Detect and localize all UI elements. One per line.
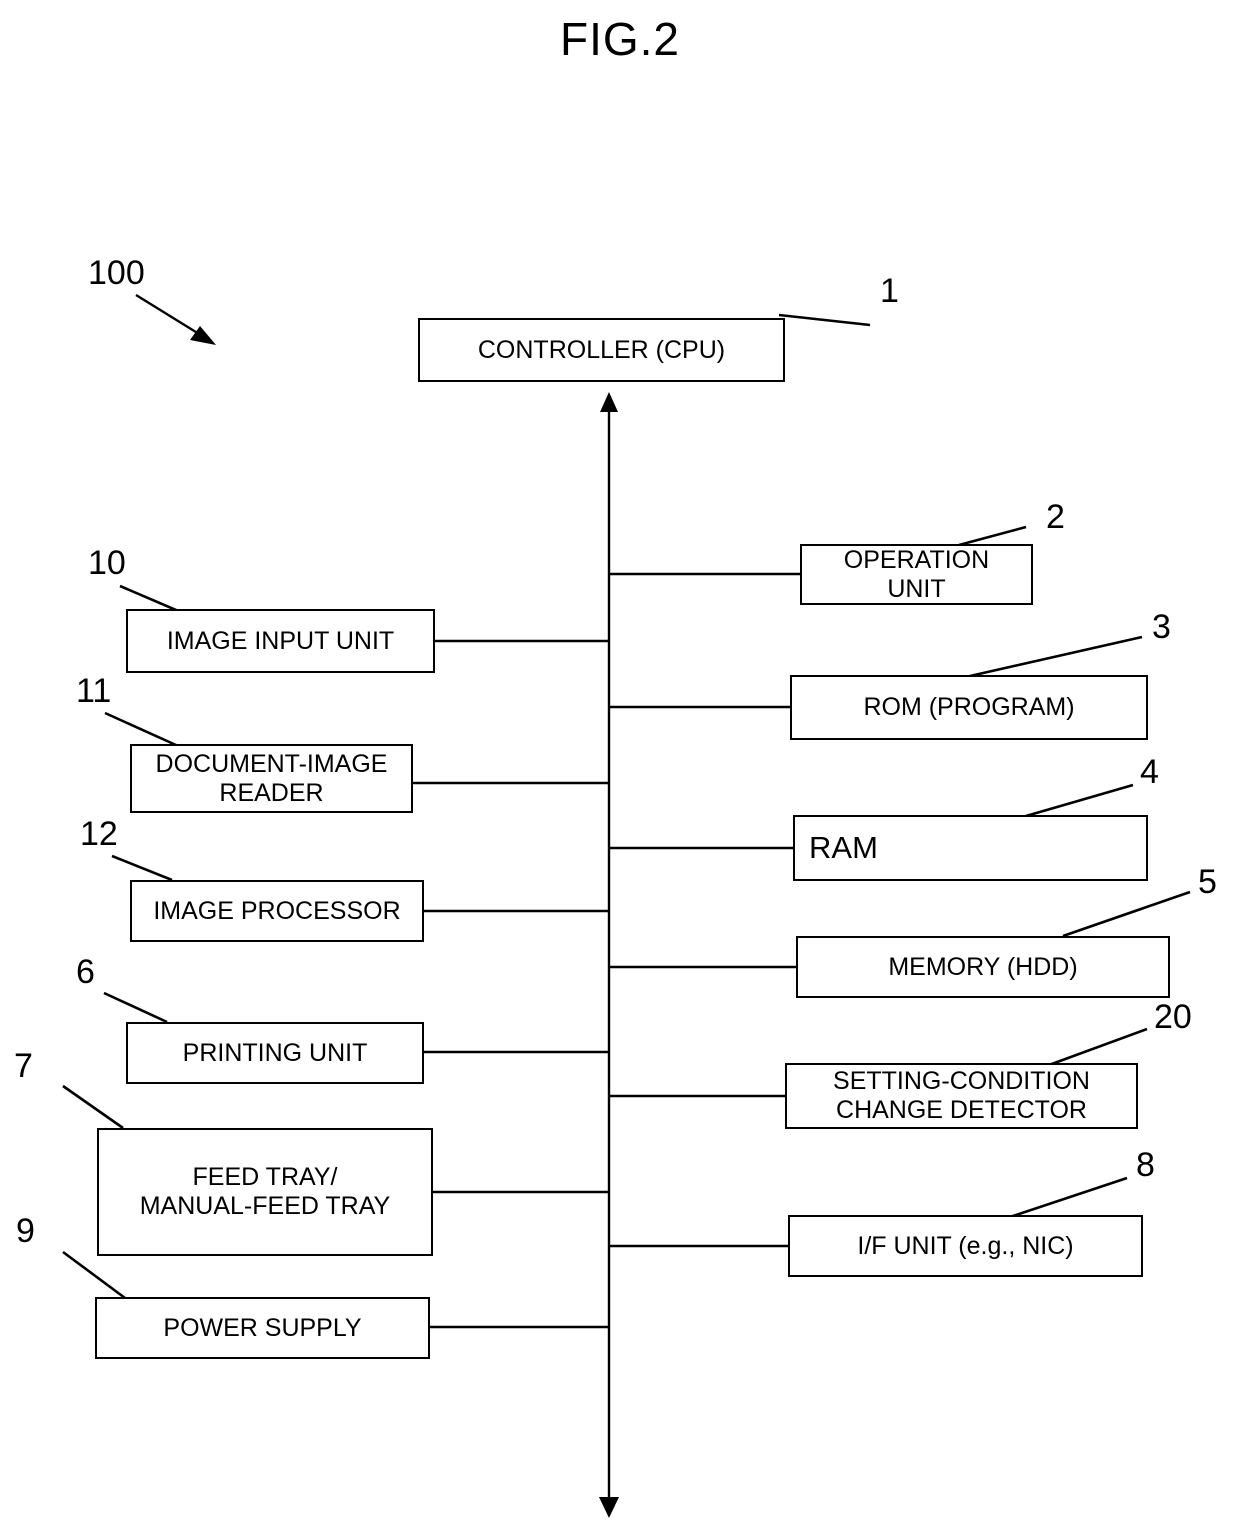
ref-label-4: 4 (1140, 753, 1159, 791)
node-image-input-unit[interactable]: IMAGE INPUT UNIT (126, 609, 435, 673)
ref-label-8: 8 (1136, 1146, 1155, 1184)
lead-line-12 (111, 854, 173, 882)
node-power-supply[interactable]: POWER SUPPLY (95, 1297, 430, 1359)
lead-line-9 (62, 1250, 126, 1300)
figure-title: FIG.2 (559, 13, 681, 65)
node-if-unit[interactable]: I/F UNIT (e.g., NIC) (788, 1215, 1143, 1277)
node-operation-unit[interactable]: OPERATION UNIT (800, 544, 1033, 605)
ref-label-20: 20 (1154, 998, 1192, 1036)
patent-figure: FIG.2 100 CONTROLLER (CPU) 1 OPERATION U… (0, 0, 1240, 1535)
node-memory[interactable]: MEMORY (HDD) (796, 936, 1170, 998)
bus-arrow-down (599, 1497, 619, 1518)
lead-arrow-100 (190, 326, 216, 345)
ref-label-9: 9 (16, 1212, 35, 1250)
ref-label-3: 3 (1152, 608, 1171, 646)
ref-label-10: 10 (88, 544, 126, 582)
node-controller[interactable]: CONTROLLER (CPU) (418, 318, 785, 382)
ref-label-12: 12 (80, 815, 118, 853)
lead-line-5 (1062, 890, 1191, 938)
ref-label-1: 1 (880, 272, 899, 310)
lead-line-7 (62, 1084, 124, 1130)
ref-label-100: 100 (88, 254, 145, 292)
node-ram[interactable]: RAM (793, 815, 1148, 881)
lead-line-100 (135, 293, 213, 344)
lead-line-6 (103, 991, 168, 1024)
node-document-image-reader[interactable]: DOCUMENT-IMAGE READER (130, 744, 413, 813)
bus-arrow-up (600, 392, 618, 412)
node-feed-tray[interactable]: FEED TRAY/ MANUAL-FEED TRAY (97, 1128, 433, 1256)
lead-line-2 (958, 525, 1027, 547)
lead-line-3 (969, 635, 1143, 678)
ref-label-2: 2 (1046, 498, 1065, 536)
ref-label-6: 6 (76, 953, 95, 991)
lead-line-20 (1048, 1027, 1148, 1067)
node-image-processor[interactable]: IMAGE PROCESSOR (130, 880, 424, 942)
lead-line-1 (778, 313, 871, 327)
node-printing-unit[interactable]: PRINTING UNIT (126, 1022, 424, 1084)
node-rom[interactable]: ROM (PROGRAM) (790, 675, 1148, 740)
ref-label-11: 11 (76, 672, 112, 710)
lead-line-4 (1025, 783, 1134, 818)
ref-label-5: 5 (1198, 863, 1217, 901)
node-setting-condition-change-detector[interactable]: SETTING-CONDITION CHANGE DETECTOR (785, 1063, 1138, 1129)
ref-label-7: 7 (14, 1047, 33, 1085)
